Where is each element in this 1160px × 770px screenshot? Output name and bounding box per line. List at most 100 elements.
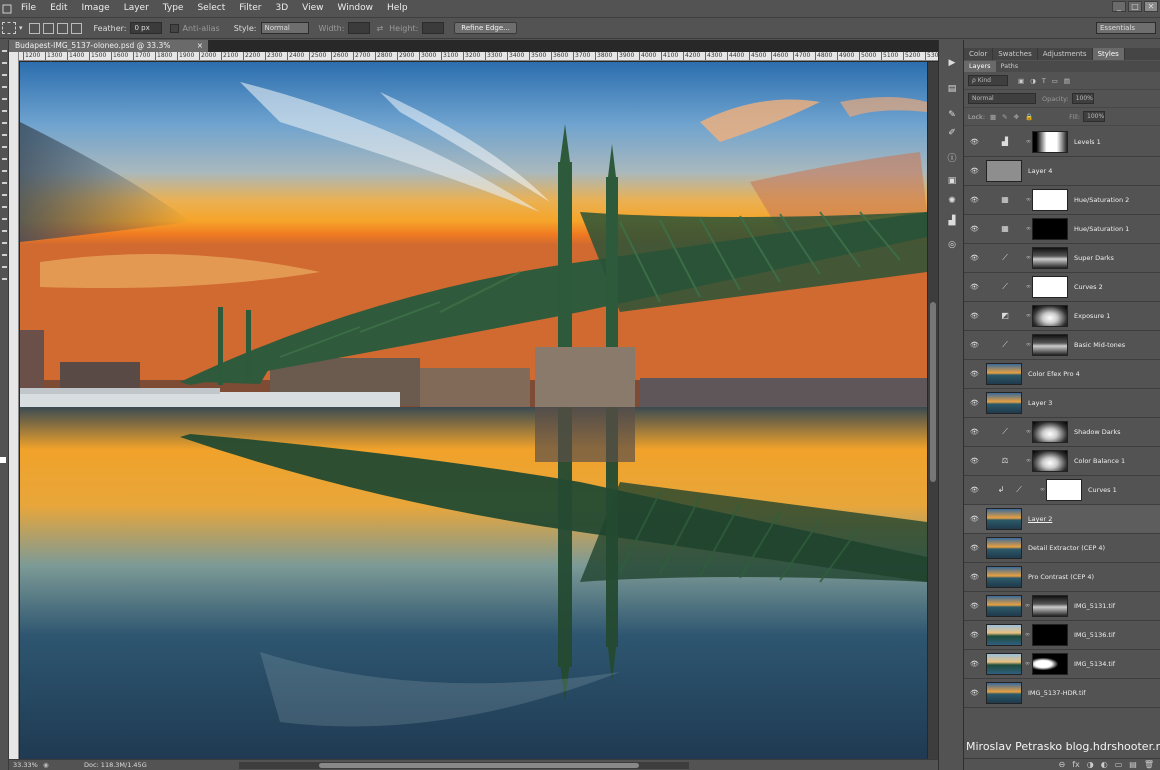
layer-mask-thumbnail[interactable] bbox=[1032, 218, 1068, 240]
info-icon[interactable]: ⓘ bbox=[946, 154, 958, 165]
layer-mask-thumbnail[interactable] bbox=[1032, 624, 1068, 646]
workspace-select[interactable]: Essentials bbox=[1096, 22, 1156, 34]
visibility-eye-icon[interactable]: 👁 bbox=[970, 659, 980, 669]
tool-shape-icon[interactable] bbox=[2, 254, 7, 256]
tool-move-icon[interactable] bbox=[2, 50, 7, 52]
tab-paths[interactable]: Paths bbox=[996, 61, 1024, 72]
play-actions-icon[interactable]: ▶ bbox=[946, 58, 958, 69]
layer-row[interactable]: 👁 ▟ ∞ Levels 1 bbox=[964, 128, 1160, 157]
tool-gradient-icon[interactable] bbox=[2, 182, 7, 184]
tool-hand-icon[interactable] bbox=[2, 266, 7, 268]
layer-thumbnail[interactable] bbox=[986, 624, 1022, 646]
layer-mask-thumbnail[interactable] bbox=[1032, 421, 1068, 443]
layer-row[interactable]: 👁 Detail Extractor (CEP 4) bbox=[964, 534, 1160, 563]
tab-color[interactable]: Color bbox=[964, 48, 994, 60]
mask-link-icon[interactable]: ∞ bbox=[1025, 659, 1031, 669]
layer-mask-thumbnail[interactable] bbox=[1032, 189, 1068, 211]
histogram-icon[interactable]: ▟ bbox=[946, 216, 958, 227]
visibility-eye-icon[interactable]: 👁 bbox=[970, 195, 980, 205]
tool-dodge-icon[interactable] bbox=[2, 206, 7, 208]
tool-pen-icon[interactable] bbox=[2, 218, 7, 220]
antialias-checkbox[interactable] bbox=[170, 23, 180, 33]
menu-filter[interactable]: Filter bbox=[232, 0, 268, 17]
layer-row[interactable]: 👁 ⟋ ∞ Shadow Darks bbox=[964, 418, 1160, 447]
tool-brush-icon[interactable] bbox=[2, 134, 7, 136]
vertical-scrollbar[interactable] bbox=[928, 62, 938, 759]
horizontal-ruler[interactable]: 1200 1300 1400 1500 1600 1700 1800 1900 2000 2100… bbox=[19, 52, 938, 61]
tool-history-brush-icon[interactable] bbox=[2, 158, 7, 160]
layer-thumbnail[interactable] bbox=[986, 595, 1022, 617]
visibility-eye-icon[interactable]: 👁 bbox=[970, 282, 980, 292]
layer-row[interactable]: 👁 ▦ ∞ Hue/Saturation 1 bbox=[964, 215, 1160, 244]
visibility-eye-icon[interactable]: 👁 bbox=[970, 514, 980, 524]
layer-row[interactable]: 👁 Layer 2 bbox=[964, 505, 1160, 534]
visibility-eye-icon[interactable]: 👁 bbox=[970, 601, 980, 611]
layer-row[interactable]: 👁 ⟋ ∞ Basic Mid-tones bbox=[964, 331, 1160, 360]
vertical-ruler[interactable] bbox=[9, 52, 19, 759]
kind-filter-select[interactable]: ρ Kind bbox=[968, 75, 1008, 86]
new-layer-icon[interactable]: ▤ bbox=[1129, 760, 1137, 769]
tool-marquee-icon[interactable] bbox=[2, 62, 7, 64]
subtract-selection-icon[interactable] bbox=[56, 22, 68, 34]
layer-mask-thumbnail[interactable] bbox=[1032, 450, 1068, 472]
menu-select[interactable]: Select bbox=[190, 0, 232, 17]
menu-help[interactable]: Help bbox=[380, 0, 415, 17]
feather-input[interactable]: 0 px bbox=[130, 22, 163, 34]
layer-mask-thumbnail[interactable] bbox=[1032, 305, 1068, 327]
tab-swatches[interactable]: Swatches bbox=[993, 48, 1038, 60]
intersect-selection-icon[interactable] bbox=[70, 22, 82, 34]
history-icon[interactable]: ▤ bbox=[946, 84, 958, 95]
fill-input[interactable]: 100% bbox=[1083, 111, 1106, 122]
maximize-button[interactable]: □ bbox=[1128, 1, 1142, 12]
foreground-color-swatch[interactable] bbox=[0, 457, 6, 463]
layer-mask-thumbnail[interactable] bbox=[1046, 479, 1082, 501]
mask-link-icon[interactable]: ∞ bbox=[1025, 630, 1031, 640]
layer-mask-thumbnail[interactable] bbox=[1032, 131, 1068, 153]
vertical-scroll-thumb[interactable] bbox=[930, 302, 936, 482]
layer-row[interactable]: 👁 Layer 4 bbox=[964, 157, 1160, 186]
adjustment-icon[interactable]: ◐ bbox=[1101, 760, 1108, 769]
menu-3d[interactable]: 3D bbox=[269, 0, 296, 17]
adjustments-icon[interactable]: ◎ bbox=[946, 240, 958, 251]
style-select[interactable]: Normal bbox=[260, 22, 309, 34]
layer-thumbnail[interactable] bbox=[986, 537, 1022, 559]
menu-image[interactable]: Image bbox=[75, 0, 117, 17]
blend-mode-select[interactable]: Normal bbox=[968, 93, 1036, 104]
link-layers-icon[interactable]: ⊖ bbox=[1058, 760, 1065, 769]
layer-row[interactable]: 👁 ▦ ∞ Hue/Saturation 2 bbox=[964, 186, 1160, 215]
visibility-eye-icon[interactable]: 👁 bbox=[970, 340, 980, 350]
properties-icon[interactable]: ✺ bbox=[946, 196, 958, 207]
menu-window[interactable]: Window bbox=[331, 0, 381, 17]
tool-healing-icon[interactable] bbox=[2, 122, 7, 124]
tool-quick-select-icon[interactable] bbox=[2, 86, 7, 88]
layer-row[interactable]: 👁 Color Efex Pro 4 bbox=[964, 360, 1160, 389]
brush-icon[interactable]: ✐ bbox=[946, 128, 958, 139]
visibility-eye-icon[interactable]: 👁 bbox=[970, 137, 980, 147]
refine-edge-button[interactable]: Refine Edge... bbox=[454, 22, 517, 34]
layer-mask-thumbnail[interactable] bbox=[1032, 334, 1068, 356]
layer-row[interactable]: 👁 ↲ ⟋ ∞ Curves 1 bbox=[964, 476, 1160, 505]
menu-file[interactable]: File bbox=[14, 0, 43, 17]
menu-type[interactable]: Type bbox=[156, 0, 191, 17]
layer-row[interactable]: 👁 ⟋ ∞ Super Darks bbox=[964, 244, 1160, 273]
layer-thumbnail[interactable] bbox=[986, 682, 1022, 704]
document-tab[interactable]: Budapest-IMG_5137-oloneo.psd @ 33.3% (RG… bbox=[9, 40, 209, 62]
tool-lasso-icon[interactable] bbox=[2, 74, 7, 76]
layer-mask-thumbnail[interactable] bbox=[1032, 247, 1068, 269]
tab-styles[interactable]: Styles bbox=[1092, 48, 1125, 60]
layer-row[interactable]: 👁 ⚖ ∞ Color Balance 1 bbox=[964, 447, 1160, 476]
layer-row[interactable]: 👁 ◩ ∞ Exposure 1 bbox=[964, 302, 1160, 331]
layer-thumbnail[interactable] bbox=[986, 160, 1022, 182]
brush-presets-icon[interactable]: ✎ bbox=[946, 110, 958, 121]
tool-zoom-icon[interactable] bbox=[2, 278, 7, 280]
visibility-eye-icon[interactable]: 👁 bbox=[970, 572, 980, 582]
new-selection-icon[interactable] bbox=[28, 22, 40, 34]
marquee-tool-icon[interactable] bbox=[2, 22, 16, 34]
tool-crop-icon[interactable] bbox=[2, 98, 7, 100]
layer-row[interactable]: 👁 IMG_5137-HDR.tif bbox=[964, 679, 1160, 708]
add-mask-icon[interactable]: ◑ bbox=[1087, 760, 1094, 769]
fx-icon[interactable]: fx bbox=[1072, 760, 1080, 769]
minimize-button[interactable]: _ bbox=[1112, 1, 1126, 12]
layer-thumbnail[interactable] bbox=[986, 363, 1022, 385]
visibility-eye-icon[interactable]: 👁 bbox=[970, 224, 980, 234]
